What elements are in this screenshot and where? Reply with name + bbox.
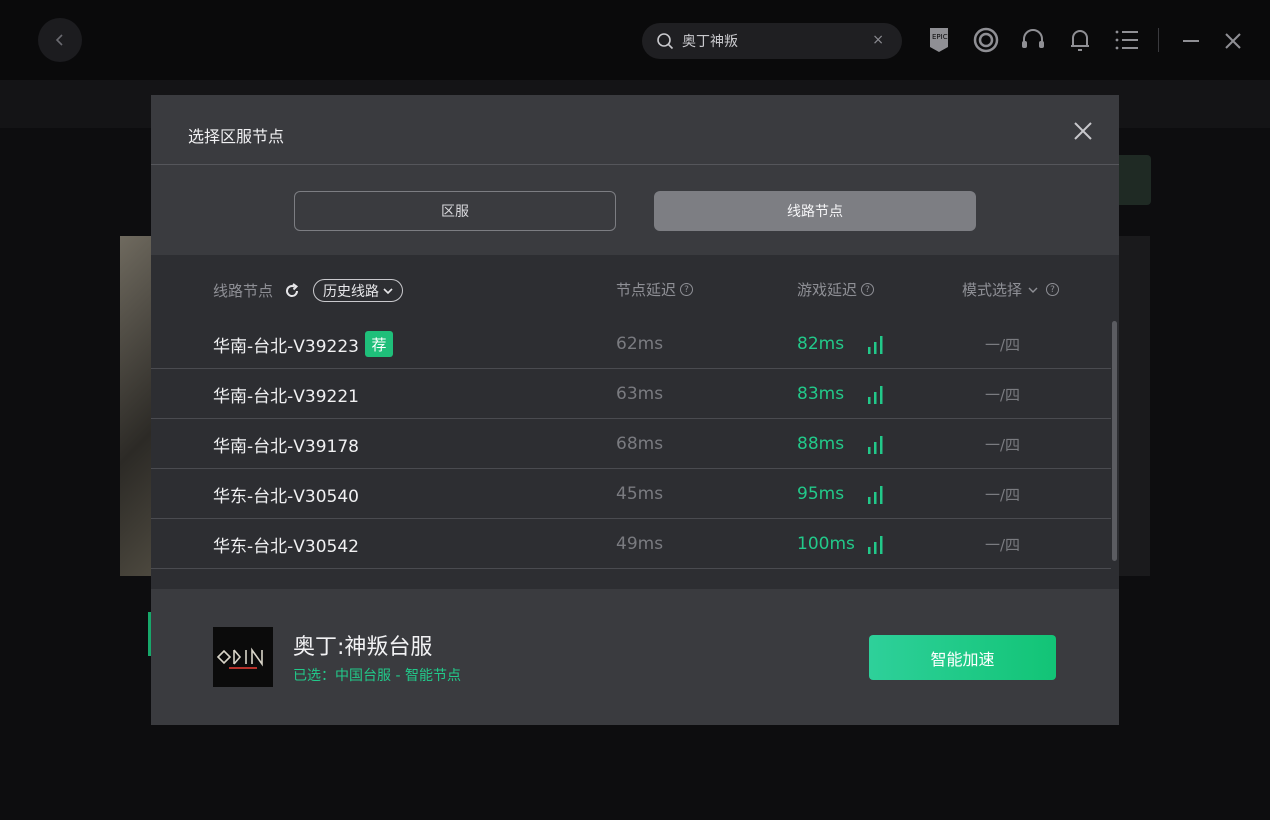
close-icon	[1074, 122, 1092, 140]
minimize-icon	[1183, 40, 1199, 42]
background-button	[1118, 155, 1151, 205]
header-mode-label: 模式选择	[962, 281, 1023, 299]
node-latency: 63ms	[616, 384, 664, 404]
close-icon	[1225, 33, 1241, 49]
game-latency: 95ms	[797, 484, 845, 504]
table-row[interactable]: 华南-台北-V39223 荐 62ms 82ms 一/四	[151, 319, 1111, 369]
node-latency: 68ms	[616, 434, 664, 454]
mode-value[interactable]: 一/四	[985, 319, 1020, 369]
search-bar[interactable]: ×	[642, 23, 902, 59]
node-latency: 45ms	[616, 484, 664, 504]
refresh-icon[interactable]	[283, 282, 301, 300]
signal-icon	[868, 386, 883, 404]
signal-icon	[868, 486, 883, 504]
bell-icon[interactable]	[1065, 24, 1095, 56]
ubisoft-icon[interactable]	[971, 24, 1001, 56]
header-node-latency: 节点延迟 ?	[616, 279, 694, 300]
mode-value[interactable]: 一/四	[985, 419, 1020, 469]
help-icon[interactable]: ?	[861, 283, 875, 296]
table-row[interactable]: 华东-台北-V30542 49ms 100ms 一/四	[151, 519, 1111, 569]
signal-icon	[868, 436, 883, 454]
select-node-dialog: 选择区服节点 区服 线路节点 线路节点 历史线路 节点延迟 ? 游戏延迟 ? 模…	[151, 95, 1119, 725]
dialog-footer: 奥丁:神叛台服 已选：中国台服 - 智能节点 智能加速	[151, 589, 1119, 725]
dialog-header: 选择区服节点	[151, 95, 1119, 165]
help-icon[interactable]: ?	[1046, 283, 1060, 296]
scrollbar-thumb[interactable]	[1112, 321, 1117, 561]
chevron-left-icon	[55, 34, 63, 46]
smart-accelerate-button[interactable]: 智能加速	[869, 635, 1056, 680]
node-list: 华南-台北-V39223 荐 62ms 82ms 一/四 华南-台北-V3922…	[151, 319, 1111, 569]
minimize-button[interactable]	[1176, 26, 1206, 56]
node-name: 华东-台北-V30540	[213, 486, 359, 507]
game-latency: 83ms	[797, 384, 845, 404]
chevron-down-icon	[383, 287, 393, 294]
tab-bar: 区服 线路节点	[151, 191, 1119, 231]
dialog-close-button[interactable]	[1073, 121, 1093, 141]
game-latency: 82ms	[797, 334, 845, 354]
search-clear-button[interactable]: ×	[872, 32, 884, 48]
node-latency: 49ms	[616, 534, 664, 554]
svg-text:EPIC: EPIC	[932, 33, 948, 41]
mode-value[interactable]: 一/四	[985, 369, 1020, 419]
tab-region[interactable]: 区服	[294, 191, 616, 231]
node-latency: 62ms	[616, 334, 664, 354]
table-row[interactable]: 华南-台北-V39221 63ms 83ms 一/四	[151, 369, 1111, 419]
background-panel	[1118, 236, 1150, 576]
table-row[interactable]: 华南-台北-V39178 68ms 88ms 一/四	[151, 419, 1111, 469]
history-routes-label: 历史线路	[323, 283, 380, 300]
game-logo	[213, 627, 273, 687]
window-close-button[interactable]	[1218, 26, 1248, 56]
epic-games-icon[interactable]: EPIC	[924, 24, 954, 56]
node-name: 华南-台北-V39178	[213, 436, 359, 457]
history-routes-dropdown[interactable]: 历史线路	[313, 279, 404, 302]
header-game-latency: 游戏延迟 ?	[797, 279, 875, 300]
header-node-latency-label: 节点延迟	[616, 281, 677, 299]
help-icon[interactable]: ?	[680, 283, 694, 296]
node-name: 华南-台北-V39223	[213, 336, 359, 357]
menu-icon[interactable]	[1112, 24, 1142, 56]
header-route-label: 线路节点	[213, 282, 274, 300]
header-route: 线路节点 历史线路	[213, 279, 404, 302]
table-header: 线路节点 历史线路 节点延迟 ? 游戏延迟 ? 模式选择 ?	[151, 255, 1119, 319]
node-name-cell: 华南-台北-V39223 荐	[213, 319, 393, 369]
tab-route-nodes[interactable]: 线路节点	[654, 191, 976, 231]
mode-value[interactable]: 一/四	[985, 469, 1020, 519]
toolbar-divider	[1158, 28, 1159, 52]
mode-value[interactable]: 一/四	[985, 519, 1020, 569]
recommended-badge: 荐	[364, 331, 393, 357]
search-icon	[657, 33, 674, 50]
node-name: 华东-台北-V30542	[213, 536, 359, 557]
game-latency: 100ms	[797, 534, 855, 554]
node-name: 华南-台北-V39221	[213, 386, 359, 407]
headset-icon[interactable]	[1018, 24, 1048, 56]
game-title: 奥丁:神叛台服	[293, 635, 433, 660]
header-mode[interactable]: 模式选择 ?	[962, 279, 1060, 300]
search-input[interactable]	[682, 33, 862, 49]
chevron-down-icon	[1028, 287, 1038, 293]
selected-node-info: 已选：中国台服 - 智能节点	[293, 668, 461, 684]
header-game-latency-label: 游戏延迟	[797, 281, 858, 299]
app-topbar: × EPIC	[0, 0, 1270, 80]
dialog-title: 选择区服节点	[188, 127, 285, 146]
node-table: 线路节点 历史线路 节点延迟 ? 游戏延迟 ? 模式选择 ? 华南-台北-V39…	[151, 255, 1119, 589]
signal-icon	[868, 536, 883, 554]
game-latency: 88ms	[797, 434, 845, 454]
signal-icon	[868, 336, 883, 354]
table-row[interactable]: 华东-台北-V30540 45ms 95ms 一/四	[151, 469, 1111, 519]
back-button[interactable]	[38, 18, 82, 62]
